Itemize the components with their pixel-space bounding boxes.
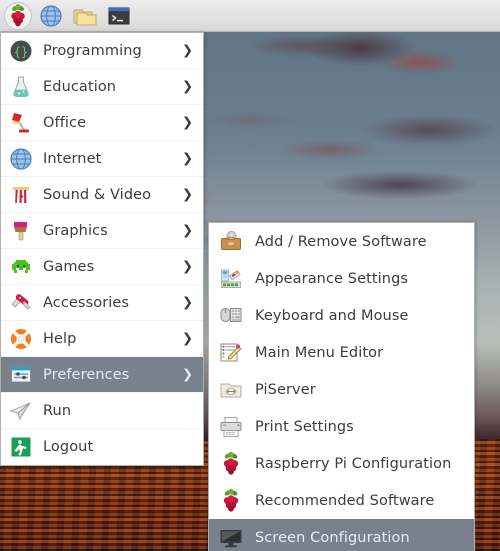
submenu-item-label: Raspberry Pi Configuration [255,455,452,472]
submenu-item-keyboard-and-mouse[interactable]: Keyboard and Mouse [209,297,474,334]
main-menu: {} Programming ❯ Education ❯ Office ❯ In… [0,32,204,466]
menu-item-label: Graphics [43,222,108,239]
space-invader-icon [8,254,34,280]
raspberry-icon [5,3,31,29]
raspberry-icon [218,488,244,514]
preferences-submenu: Add / Remove Software Appearance Setting… [208,222,475,551]
submenu-item-print-settings[interactable]: Print Settings [209,408,474,445]
submenu-item-label: Keyboard and Mouse [255,307,409,324]
globe-icon [38,3,64,29]
menu-item-internet[interactable]: Internet ❯ [1,141,203,177]
menu-item-office[interactable]: Office ❯ [1,105,203,141]
chevron-right-icon: ❯ [182,223,193,238]
chevron-right-icon: ❯ [182,115,193,130]
braces-icon: {} [8,38,34,64]
menu-item-label: Logout [43,439,94,455]
keyboard-mouse-icon [218,303,244,329]
piserver-icon [218,377,244,403]
menu-item-run[interactable]: Run [1,393,203,429]
menu-item-graphics[interactable]: Graphics ❯ [1,213,203,249]
submenu-item-label: Add / Remove Software [255,233,427,250]
software-briefcase-icon [218,229,244,255]
exit-icon [8,434,34,460]
taskbar [0,0,500,32]
submenu-item-label: Screen Configuration [255,529,410,546]
menu-item-logout[interactable]: Logout [1,429,203,465]
submenu-item-label: Print Settings [255,418,354,435]
submenu-item-label: Appearance Settings [255,270,409,287]
web-browser-button[interactable] [36,2,66,30]
menu-item-label: Run [43,402,72,419]
lifebuoy-icon [8,326,34,352]
menu-item-games[interactable]: Games ❯ [1,249,203,285]
menu-item-education[interactable]: Education ❯ [1,69,203,105]
paper-plane-icon [8,398,34,424]
menu-item-label: Sound & Video [43,186,152,203]
menu-item-label: Accessories [43,294,130,311]
folder-icon [72,3,98,29]
color-swatch-icon [218,266,244,292]
flask-icon [8,74,34,100]
terminal-icon [106,3,132,29]
submenu-item-label: Recommended Software [255,492,435,509]
menu-item-accessories[interactable]: Accessories ❯ [1,285,203,321]
menu-item-label: Games [43,258,95,275]
globe-icon [8,146,34,172]
submenu-item-piserver[interactable]: PiServer [209,371,474,408]
chevron-right-icon: ❯ [182,367,193,382]
menu-item-label: Office [43,114,87,131]
file-manager-button[interactable] [70,2,100,30]
sliders-icon [8,362,34,388]
paintbrush-icon [8,218,34,244]
svg-text:{}: {} [14,45,28,59]
submenu-item-appearance-settings[interactable]: Appearance Settings [209,260,474,297]
menu-item-label: Help [43,330,77,347]
chevron-right-icon: ❯ [182,295,193,310]
submenu-item-label: Main Menu Editor [255,344,384,361]
monitor-icon [218,525,244,551]
menu-item-sound-and-video[interactable]: Sound & Video ❯ [1,177,203,213]
chevron-right-icon: ❯ [182,151,193,166]
popcorn-icon [8,182,34,208]
swiss-knife-icon [8,290,34,316]
chevron-right-icon: ❯ [182,187,193,202]
submenu-item-raspberry-pi-configuration[interactable]: Raspberry Pi Configuration [209,445,474,482]
submenu-item-screen-configuration[interactable]: Screen Configuration [209,519,474,551]
menu-item-label: Programming [43,42,142,59]
chevron-right-icon: ❯ [182,43,193,58]
menu-item-label: Internet [43,150,102,167]
menu-item-programming[interactable]: {} Programming ❯ [1,33,203,69]
chevron-right-icon: ❯ [182,259,193,274]
menu-item-help[interactable]: Help ❯ [1,321,203,357]
printer-icon [218,414,244,440]
menu-item-label: Education [43,78,117,95]
raspberry-icon [218,451,244,477]
chevron-right-icon: ❯ [182,331,193,346]
menu-item-label: Preferences [43,366,130,383]
menu-item-preferences[interactable]: Preferences ❯ [1,357,203,393]
menu-pencil-icon [218,340,244,366]
submenu-item-label: PiServer [255,381,316,398]
submenu-item-main-menu-editor[interactable]: Main Menu Editor [209,334,474,371]
submenu-item-recommended-software[interactable]: Recommended Software [209,482,474,519]
terminal-button[interactable] [104,2,134,30]
raspberry-menu-button[interactable] [4,1,32,30]
submenu-item-add-remove-software[interactable]: Add / Remove Software [209,223,474,260]
chevron-right-icon: ❯ [182,79,193,94]
desk-lamp-icon [8,110,34,136]
